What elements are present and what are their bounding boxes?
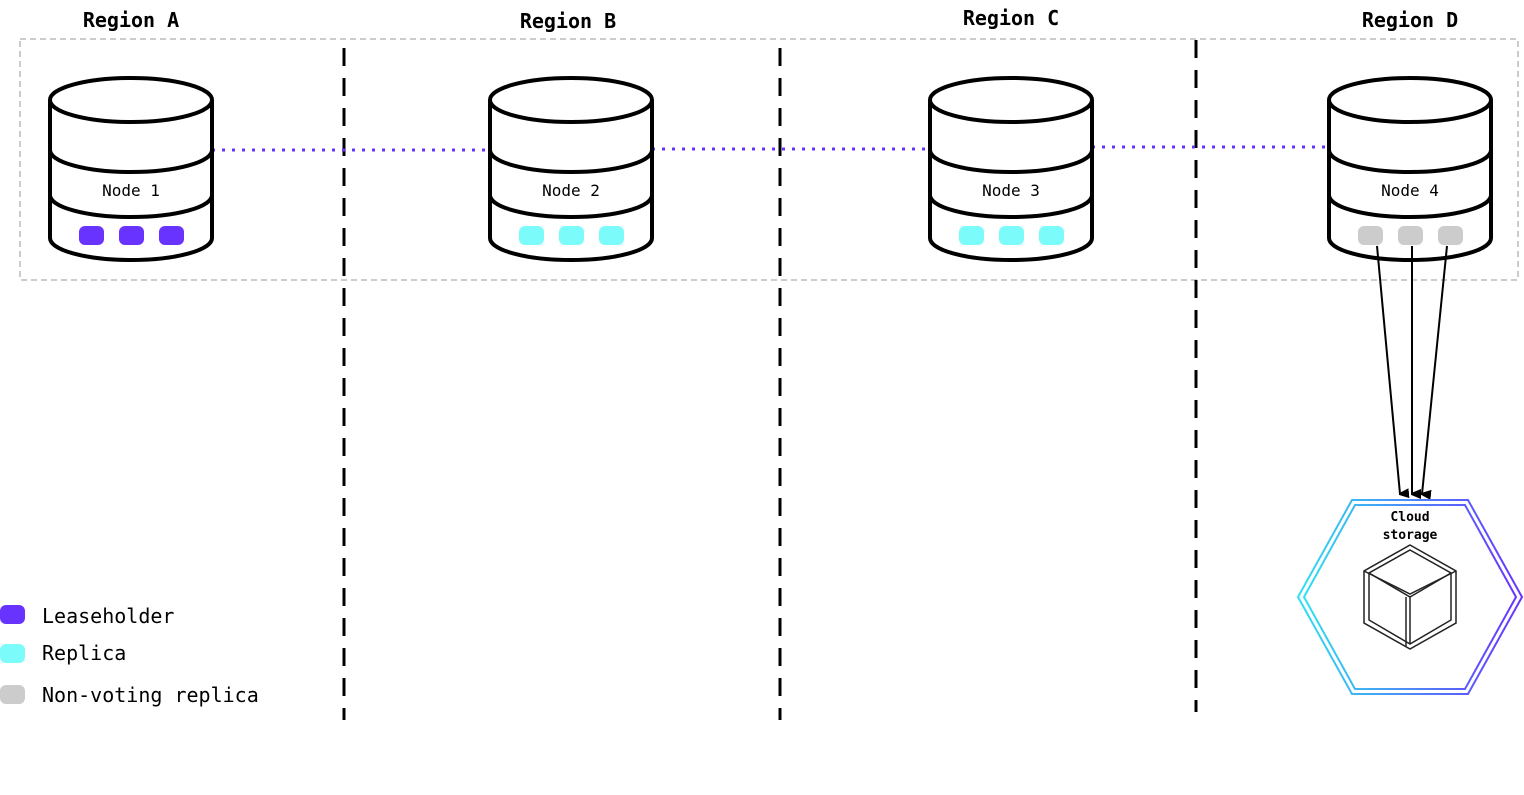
- node-label: Node 4: [1381, 181, 1439, 200]
- cylinder-top: [1327, 76, 1493, 124]
- cluster-boundary: [19, 38, 1519, 281]
- legend-swatch-leaseholder: [0, 605, 25, 624]
- region-title: Region C: [963, 6, 1059, 30]
- diagram-canvas: Node 1 Node 2 Node 3 Node 4 Region A Region…: [0, 6, 1524, 720]
- replica-leaseholder: [159, 226, 184, 245]
- database-node[interactable]: Node 3: [928, 76, 1094, 262]
- database-node[interactable]: Node 1: [48, 76, 214, 262]
- replica-leaseholder: [79, 226, 104, 245]
- legend-label: Replica: [42, 641, 126, 665]
- backup-arrow: [1376, 245, 1400, 494]
- cloud-label-line2: storage: [1383, 528, 1438, 543]
- cylinder-top: [48, 76, 214, 124]
- node-label: Node 3: [982, 181, 1040, 200]
- cylinder-top: [488, 76, 654, 124]
- replica-leaseholder: [119, 226, 144, 245]
- replica-replica: [1039, 226, 1064, 245]
- node-label: Node 2: [542, 181, 600, 200]
- database-node[interactable]: Node 4: [1327, 76, 1493, 262]
- replica-replica: [559, 226, 584, 245]
- nodes: Node 1 Node 2 Node 3 Node 4: [48, 76, 1493, 262]
- node-label: Node 1: [102, 181, 160, 200]
- region-title: Region D: [1362, 8, 1458, 32]
- legend-swatch-non-voting: [0, 685, 25, 704]
- legend-label: Non-voting replica: [42, 683, 259, 707]
- legend-label: Leaseholder: [42, 604, 174, 628]
- replica-non-voting: [1398, 226, 1423, 245]
- cloud-label-line1: Cloud: [1390, 510, 1429, 525]
- replica-replica: [599, 226, 624, 245]
- cylinder-top: [928, 76, 1094, 124]
- region-title: Region B: [520, 9, 616, 33]
- replica-replica: [999, 226, 1024, 245]
- replica-non-voting: [1358, 226, 1383, 245]
- legend-swatch-replica: [0, 644, 25, 663]
- legend: Leaseholder Replica Non-voting replica: [0, 604, 259, 707]
- replica-replica: [959, 226, 984, 245]
- database-node[interactable]: Node 2: [488, 76, 654, 262]
- cloud-storage: Cloud storage: [1296, 499, 1524, 695]
- region-title: Region A: [83, 8, 179, 32]
- backup-arrow: [1422, 245, 1448, 494]
- node-links: [212, 145, 1329, 152]
- replica-non-voting: [1438, 226, 1463, 245]
- replica-replica: [519, 226, 544, 245]
